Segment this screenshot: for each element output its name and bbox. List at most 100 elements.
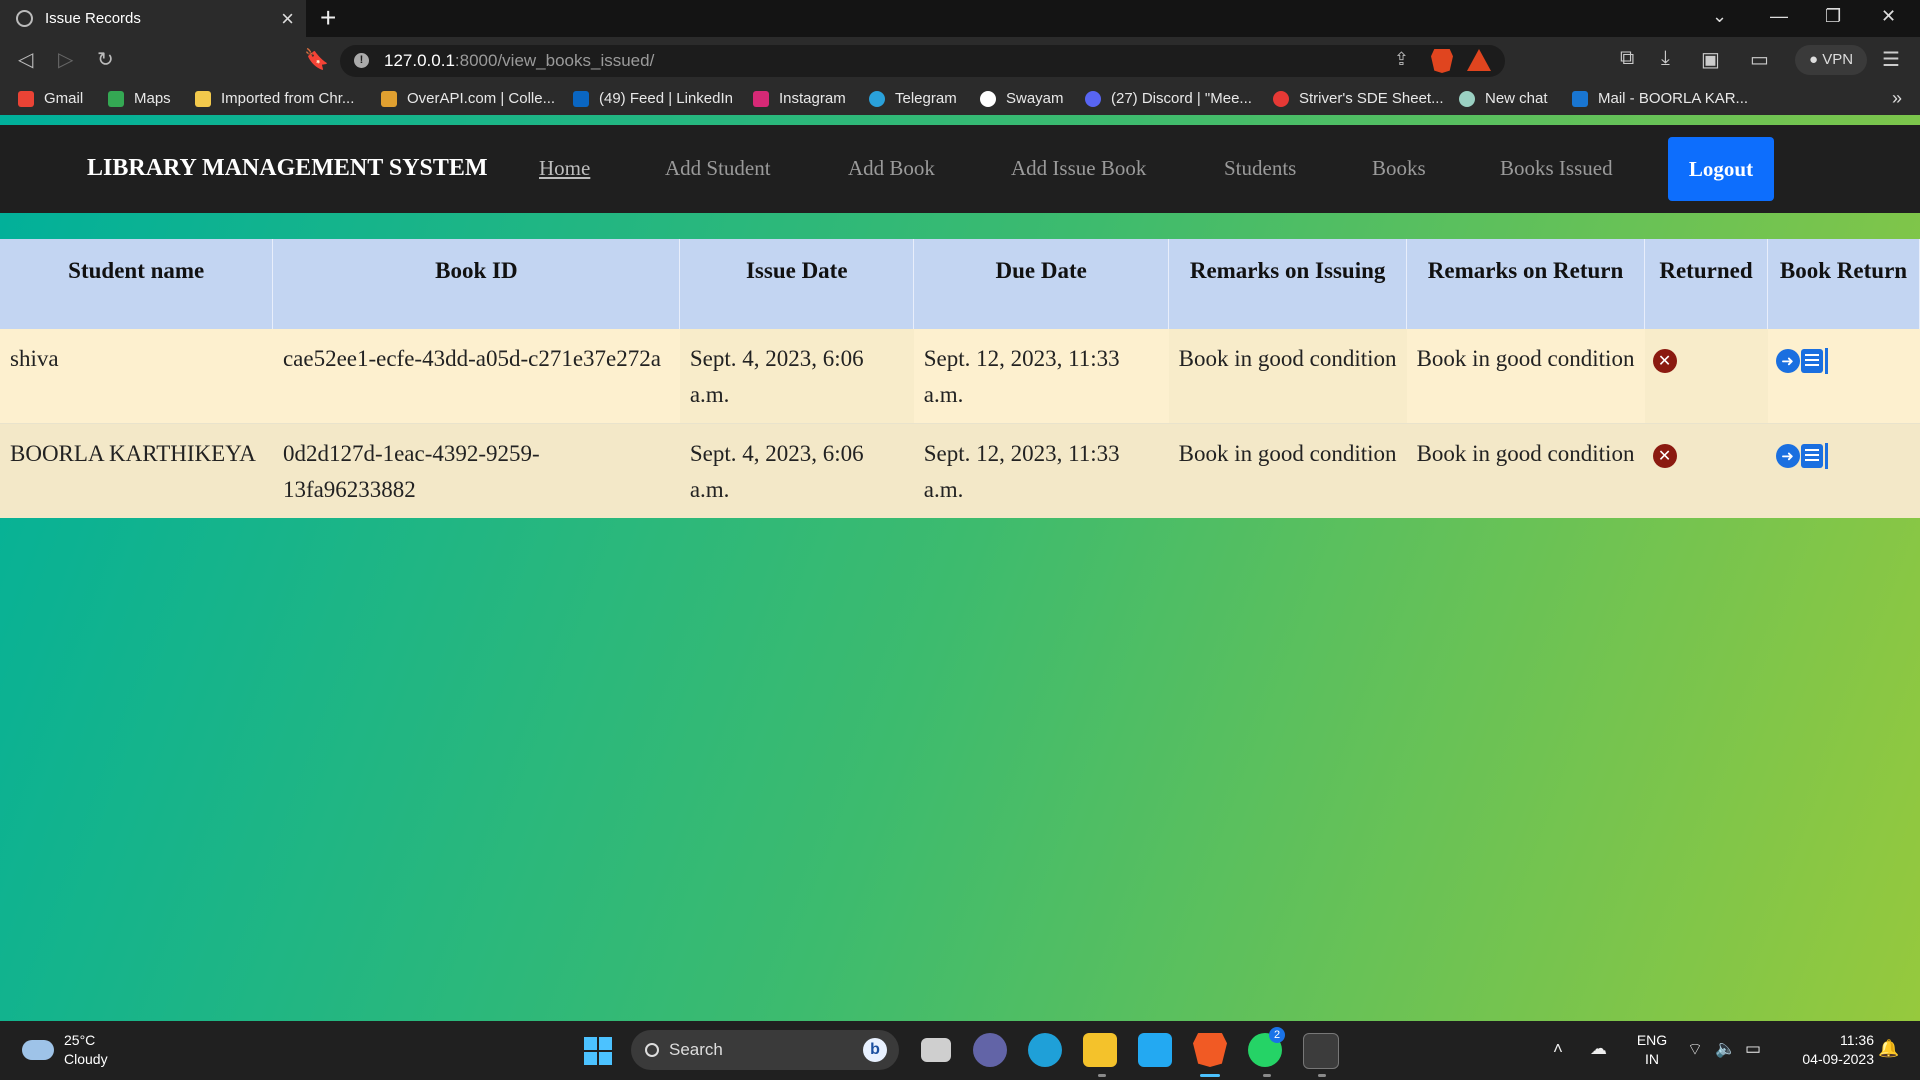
weather-temp: 25°C: [64, 1032, 96, 1048]
vscode-icon[interactable]: [1138, 1033, 1172, 1067]
nav-add-issue-book[interactable]: Add Issue Book: [1011, 156, 1146, 181]
nav-books[interactable]: Books: [1372, 156, 1426, 181]
bookmark-swayam[interactable]: Swayam: [980, 90, 1064, 107]
header-remarks-issuing: Remarks on Issuing: [1168, 239, 1408, 329]
close-window-icon[interactable]: ✕: [1881, 6, 1896, 27]
running-indicator: [1318, 1074, 1326, 1077]
terminal-icon[interactable]: [1303, 1033, 1339, 1069]
downloads-icon[interactable]: ⤓: [1661, 47, 1670, 70]
nav-add-student[interactable]: Add Student: [665, 156, 771, 181]
menu-icon[interactable]: ☰: [1882, 47, 1900, 72]
bookmark-overapi[interactable]: OverAPI.com | Colle...: [381, 90, 555, 107]
tab-title: Issue Records: [45, 10, 141, 27]
tab-search-chevron-icon[interactable]: ⌄: [1712, 6, 1727, 27]
page-background: LIBRARY MANAGEMENT SYSTEM Home Add Stude…: [0, 115, 1920, 1021]
more-bookmarks-icon[interactable]: »: [1892, 88, 1902, 109]
maximize-icon[interactable]: ❐: [1825, 6, 1841, 27]
back-icon[interactable]: ◁: [18, 47, 33, 72]
arrow-right-icon: ➜: [1775, 349, 1800, 373]
bookmarks-bar: Gmail Maps Imported from Chr... OverAPI.…: [0, 85, 1920, 116]
bookmark-gmail[interactable]: Gmail: [18, 90, 83, 107]
onedrive-icon[interactable]: ☁: [1590, 1039, 1607, 1059]
clock[interactable]: 11:36 04-09-2023: [1782, 1031, 1874, 1069]
teams-chat-icon[interactable]: [973, 1033, 1007, 1067]
folder-icon: [195, 90, 211, 107]
bookmark-maps[interactable]: Maps: [108, 90, 171, 107]
language-indicator[interactable]: ENG IN: [1632, 1031, 1672, 1069]
forward-icon[interactable]: ▷: [58, 47, 73, 72]
wallet-icon[interactable]: ▭: [1750, 47, 1769, 72]
site-info-icon[interactable]: !: [354, 53, 369, 68]
brave-rewards-icon[interactable]: [1467, 49, 1491, 71]
cell-issue-date: Sept. 4, 2023, 6:06 a.m.: [679, 329, 914, 424]
url-bar[interactable]: ! 127.0.0.1:8000/view_books_issued/ ⇪: [340, 45, 1505, 77]
bar-icon: [1824, 348, 1828, 374]
bookmark-striver[interactable]: Striver's SDE Sheet...: [1273, 90, 1444, 107]
wifi-icon[interactable]: ⌔: [1687, 1039, 1703, 1060]
google-icon: [980, 90, 996, 107]
globe-icon: [16, 10, 33, 27]
bookmark-new-chat[interactable]: New chat: [1459, 90, 1548, 107]
cell-remarks-issue: Book in good condition: [1168, 423, 1407, 518]
cell-remarks-return: Book in good condition: [1406, 329, 1645, 424]
task-view-icon[interactable]: [921, 1038, 951, 1062]
windows-taskbar: 25°C Cloudy Search b 2 ˄ ☁ ENG IN ⌔ 🔈 ▭ …: [0, 1021, 1920, 1080]
brave-taskbar-icon[interactable]: [1193, 1033, 1227, 1067]
cell-student-name: shiva: [0, 329, 273, 424]
striver-icon: [1273, 90, 1289, 107]
gmail-icon: [18, 90, 34, 107]
bookmark-discord[interactable]: (27) Discord | "Mee...: [1085, 90, 1252, 107]
bookmark-linkedin[interactable]: (49) Feed | LinkedIn: [573, 90, 733, 107]
bookmark-mail[interactable]: Mail - BOORLA KAR...: [1572, 90, 1748, 107]
extensions-icon[interactable]: ⧉: [1620, 47, 1634, 70]
times-circle-icon: ✕: [1652, 444, 1677, 468]
bing-icon[interactable]: b: [863, 1038, 887, 1062]
header-issue-date: Issue Date: [679, 239, 915, 329]
cell-book-id: 0d2d127d-1eac-4392-9259-13fa96233882: [272, 423, 680, 518]
whatsapp-badge: 2: [1269, 1027, 1285, 1043]
maps-icon: [108, 90, 124, 107]
brand-title[interactable]: LIBRARY MANAGEMENT SYSTEM: [87, 155, 488, 182]
notification-icon[interactable]: 🔔: [1878, 1039, 1899, 1059]
active-indicator: [1200, 1074, 1220, 1077]
bookmark-instagram[interactable]: Instagram: [753, 90, 846, 107]
return-book-icon[interactable]: ➜: [1775, 348, 1828, 374]
weather-widget[interactable]: 25°C Cloudy: [22, 1031, 108, 1069]
reload-icon[interactable]: ↻: [97, 47, 114, 72]
issued-books-table: Student name Book ID Issue Date Due Date…: [0, 239, 1920, 518]
url-text[interactable]: 127.0.0.1:8000/view_books_issued/: [384, 51, 654, 71]
return-book-icon[interactable]: ➜: [1775, 443, 1828, 469]
bookmark-imported[interactable]: Imported from Chr...: [195, 90, 354, 107]
cell-due-date: Sept. 12, 2023, 11:33 a.m.: [913, 329, 1169, 424]
close-tab-icon[interactable]: ×: [281, 6, 294, 32]
logout-button[interactable]: Logout: [1668, 137, 1774, 201]
file-explorer-icon[interactable]: [1083, 1033, 1117, 1067]
start-icon[interactable]: [584, 1037, 612, 1065]
outlook-icon: [1572, 90, 1588, 107]
cell-book-id: cae52ee1-ecfe-43dd-a05d-c271e37e272a: [272, 329, 680, 424]
tab-issue-records[interactable]: Issue Records ×: [0, 0, 306, 37]
minimize-icon[interactable]: —: [1770, 6, 1788, 27]
edge-icon[interactable]: [1028, 1033, 1062, 1067]
brave-shields-icon[interactable]: [1431, 49, 1453, 73]
nav-students[interactable]: Students: [1224, 156, 1296, 181]
battery-icon[interactable]: ▭: [1745, 1039, 1761, 1059]
vpn-button[interactable]: ● VPN: [1795, 45, 1867, 75]
times-circle-icon: ✕: [1652, 349, 1677, 373]
table-header-row: Student name Book ID Issue Date Due Date…: [0, 239, 1920, 329]
tray-chevron-icon[interactable]: ˄: [1553, 1039, 1563, 1059]
bookmark-icon[interactable]: 🔖: [304, 47, 329, 72]
volume-icon[interactable]: 🔈: [1715, 1039, 1736, 1059]
nav-books-issued[interactable]: Books Issued: [1500, 156, 1613, 181]
nav-home[interactable]: Home: [539, 156, 590, 181]
share-icon[interactable]: ⇪: [1394, 49, 1409, 70]
header-student-name: Student name: [0, 239, 274, 329]
cell-remarks-return: Book in good condition: [1406, 423, 1645, 518]
linkedin-icon: [573, 90, 589, 107]
nav-add-book[interactable]: Add Book: [848, 156, 935, 181]
bookmark-telegram[interactable]: Telegram: [869, 90, 957, 107]
new-tab-icon[interactable]: +: [320, 2, 336, 34]
taskbar-search[interactable]: Search b: [631, 1030, 899, 1070]
sidebar-icon[interactable]: ▣: [1701, 47, 1720, 72]
cloud-icon: [22, 1040, 54, 1060]
